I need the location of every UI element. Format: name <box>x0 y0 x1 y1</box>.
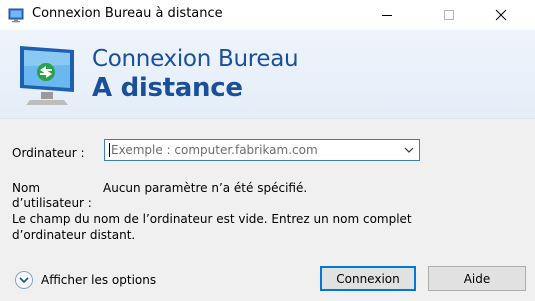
username-label-line2: d’utilisateur : <box>12 196 92 210</box>
text-cursor <box>109 143 110 157</box>
help-button-label: Aide <box>463 271 491 286</box>
maximize-button[interactable] <box>426 0 472 30</box>
banner-title-line1: Connexion Bureau <box>92 46 299 72</box>
help-button[interactable]: Aide <box>428 266 526 291</box>
banner-title-line2: A distance <box>92 73 243 103</box>
close-icon <box>495 9 507 21</box>
maximize-icon <box>444 10 454 20</box>
window-title: Connexion Bureau à distance <box>32 6 223 21</box>
show-options-toggle-icon[interactable] <box>14 270 34 290</box>
username-value: Aucun paramètre n’a été spécifié. <box>103 181 308 195</box>
connect-button[interactable]: Connexion <box>320 266 416 291</box>
warning-line1: Le champ du nom de l’ordinateur est vide… <box>12 212 412 226</box>
username-label-line1: Nom <box>12 181 41 195</box>
remote-desktop-app-icon <box>8 8 24 23</box>
connect-button-label: Connexion <box>336 271 400 286</box>
close-button[interactable] <box>478 0 524 30</box>
computer-label-text: Ordinateur : <box>12 146 85 160</box>
show-options-link[interactable]: Afficher les options <box>41 273 156 287</box>
minimize-icon <box>382 15 392 16</box>
remote-desktop-monitor-icon <box>20 46 74 105</box>
computer-combobox[interactable]: Exemple : computer.fabrikam.com <box>104 139 420 161</box>
warning-line2: d’ordinateur distant. <box>12 228 136 242</box>
computer-input-placeholder[interactable]: Exemple : computer.fabrikam.com <box>111 143 318 157</box>
title-bar: Connexion Bureau à distance <box>0 0 535 30</box>
minimize-button[interactable] <box>364 0 410 30</box>
header-banner: Connexion Bureau A distance <box>0 30 535 119</box>
computer-label: Ordinateur : <box>12 146 85 160</box>
chevron-down-icon[interactable] <box>403 144 415 156</box>
